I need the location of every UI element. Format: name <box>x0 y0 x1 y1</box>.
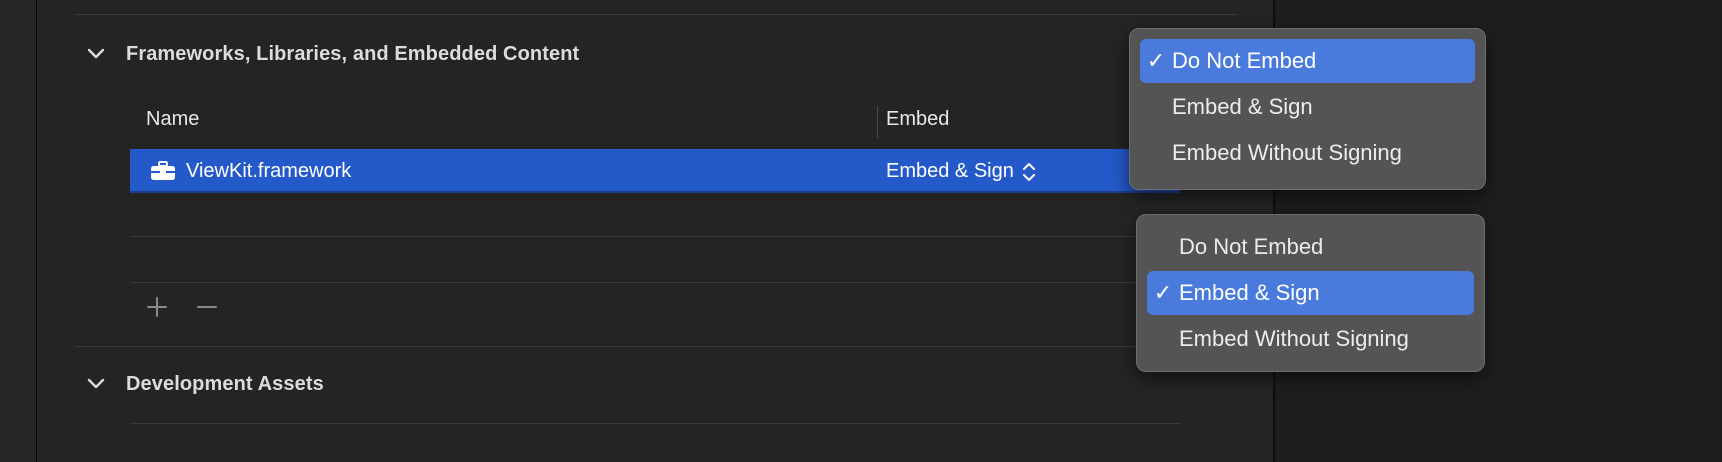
embed-options-menu: ✓ Do Not Embed Embed & Sign Embed Withou… <box>1129 28 1486 190</box>
menu-item-do-not-embed[interactable]: Do Not Embed <box>1147 225 1474 269</box>
embed-options-menu: Do Not Embed ✓ Embed & Sign Embed Withou… <box>1136 214 1485 372</box>
table-row[interactable]: ViewKit.framework Embed & Sign <box>130 149 1180 193</box>
add-button[interactable] <box>144 294 170 320</box>
chevron-down-icon[interactable] <box>84 372 108 396</box>
menu-item-embed-and-sign[interactable]: ✓ Embed & Sign <box>1147 271 1474 315</box>
menu-item-embed-and-sign[interactable]: Embed & Sign <box>1140 85 1475 129</box>
row-separator <box>130 236 1180 237</box>
development-assets-section-header[interactable]: Development Assets <box>84 372 324 396</box>
menu-item-embed-without-signing[interactable]: Embed Without Signing <box>1140 131 1475 175</box>
framework-name: ViewKit.framework <box>186 160 352 182</box>
frameworks-section-header[interactable]: Frameworks, Libraries, and Embedded Cont… <box>84 42 579 66</box>
menu-item-embed-without-signing[interactable]: Embed Without Signing <box>1147 317 1474 361</box>
left-gutter <box>0 0 37 462</box>
plus-icon <box>147 297 167 317</box>
column-divider <box>877 106 878 138</box>
column-header-name[interactable]: Name <box>146 108 199 131</box>
up-down-chevron-icon <box>1022 162 1035 181</box>
section-title: Frameworks, Libraries, and Embedded Cont… <box>126 42 580 65</box>
checkmark-icon: ✓ <box>1146 48 1166 73</box>
row-separator <box>130 423 1180 424</box>
minus-icon <box>197 306 217 308</box>
menu-item-do-not-embed[interactable]: ✓ Do Not Embed <box>1140 39 1475 83</box>
toolbox-icon <box>150 161 176 181</box>
chevron-down-icon[interactable] <box>84 42 108 66</box>
section-title: Development Assets <box>126 372 324 395</box>
embed-value: Embed & Sign <box>886 160 1014 182</box>
row-separator <box>130 282 1180 283</box>
embed-popup-button[interactable]: Embed & Sign <box>886 160 1036 183</box>
top-separator <box>74 14 1238 15</box>
column-header-embed[interactable]: Embed <box>886 108 949 131</box>
section-separator <box>74 346 1238 347</box>
checkmark-icon: ✓ <box>1153 280 1173 305</box>
remove-button[interactable] <box>194 294 220 320</box>
